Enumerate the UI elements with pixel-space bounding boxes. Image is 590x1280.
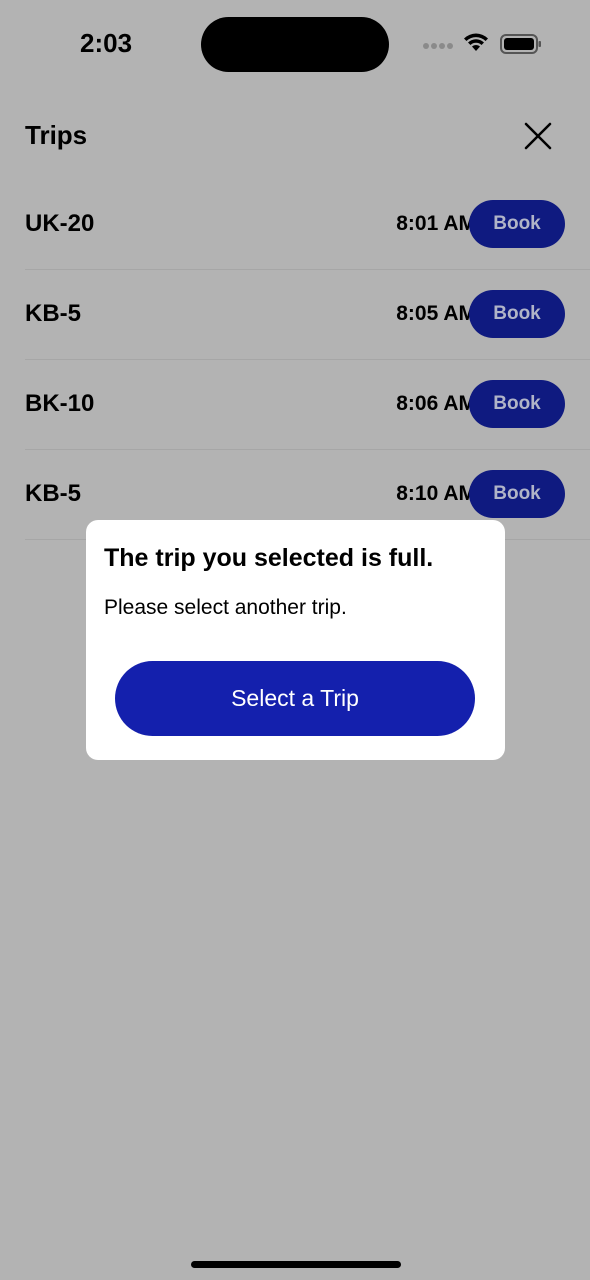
trip-route: BK-10 [25, 390, 95, 417]
trip-time: 8:06 AM [396, 392, 476, 415]
trip-route: KB-5 [25, 300, 82, 327]
home-indicator[interactable] [191, 1261, 401, 1268]
book-button[interactable]: Book [469, 290, 565, 338]
select-a-trip-button[interactable]: Select a Trip [115, 661, 475, 736]
dialog-message: Please select another trip. [104, 596, 347, 619]
book-button[interactable]: Book [469, 470, 565, 518]
trip-row: UK-20 8:01 AM Book [25, 180, 590, 270]
trip-row: KB-5 8:05 AM Book [25, 270, 590, 360]
close-icon[interactable] [520, 118, 556, 154]
trip-route: UK-20 [25, 210, 95, 237]
trips-header: Trips [0, 100, 590, 170]
book-button[interactable]: Book [469, 200, 565, 248]
page-title: Trips [25, 120, 88, 150]
cellular-signal-icon [423, 43, 455, 51]
status-time: 2:03 [80, 28, 133, 58]
status-bar: 2:03 [0, 0, 590, 90]
battery-icon [500, 34, 541, 54]
wifi-icon [464, 33, 488, 51]
trip-row: BK-10 8:06 AM Book [25, 360, 590, 450]
trip-time: 8:05 AM [396, 302, 476, 325]
trip-list: UK-20 8:01 AM Book KB-5 8:05 AM Book BK-… [0, 180, 590, 540]
trip-full-dialog: The trip you selected is full. Please se… [86, 520, 505, 760]
trip-route: KB-5 [25, 480, 82, 507]
book-button[interactable]: Book [469, 380, 565, 428]
dialog-title: The trip you selected is full. [104, 544, 434, 572]
trip-time: 8:01 AM [396, 212, 476, 235]
dynamic-island [201, 17, 389, 72]
trip-time: 8:10 AM [396, 482, 476, 505]
